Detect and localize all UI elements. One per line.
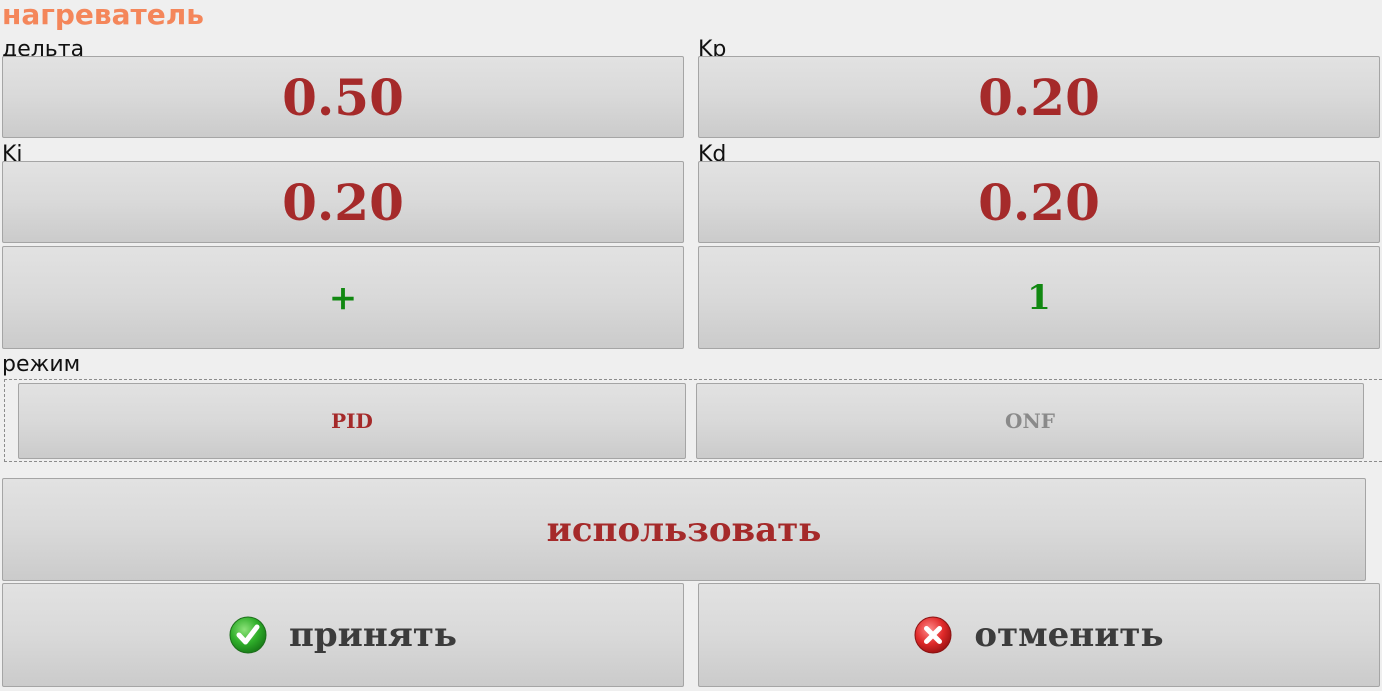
- sign-button[interactable]: +: [2, 246, 684, 349]
- check-circle-icon: [229, 616, 267, 654]
- use-button[interactable]: использовать: [2, 478, 1366, 581]
- mode-label: режим: [2, 352, 81, 377]
- kp-value-button[interactable]: 0.20: [698, 56, 1380, 138]
- cancel-button[interactable]: отменить: [698, 583, 1380, 687]
- x-circle-icon: [914, 616, 952, 654]
- accept-label: принять: [288, 615, 458, 655]
- kd-value-button[interactable]: 0.20: [698, 161, 1380, 243]
- heater-settings-page: нагреватель дельта 0.50 Kp 0.20 Ki 0.20 …: [0, 0, 1382, 691]
- page-title: нагреватель: [2, 0, 204, 31]
- delta-value-button[interactable]: 0.50: [2, 56, 684, 138]
- accept-button[interactable]: принять: [2, 583, 684, 687]
- mode-pid-button[interactable]: PID: [18, 383, 686, 459]
- cancel-label: отменить: [974, 615, 1164, 655]
- mode-onf-button[interactable]: ONF: [696, 383, 1364, 459]
- ki-value-button[interactable]: 0.20: [2, 161, 684, 243]
- count-button[interactable]: 1: [698, 246, 1380, 349]
